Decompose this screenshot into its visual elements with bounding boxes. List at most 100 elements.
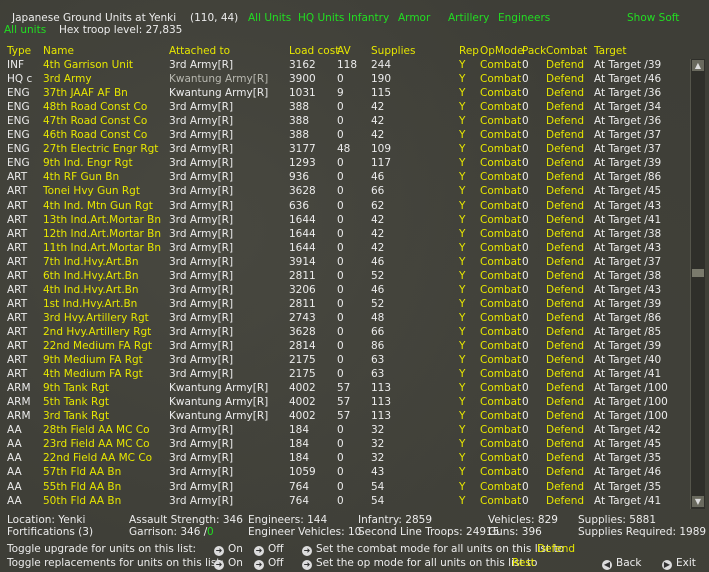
scroll-up-icon[interactable]: ▲ [692,60,704,71]
cell-opmode[interactable]: Combat [480,200,521,212]
cell-attached[interactable]: Kwantung Army[R] [169,87,268,99]
cell-rep[interactable]: Y [459,59,465,71]
col-name[interactable]: Name [43,45,74,57]
cell-opmode[interactable]: Combat [480,242,521,254]
cell-rep[interactable]: Y [459,228,465,240]
col-combat[interactable]: Combat [546,45,587,57]
cell-attached[interactable]: 3rd Army[R] [169,185,233,197]
cell-name[interactable]: 55th Fld AA Bn [43,481,121,493]
filter-armor[interactable]: Armor [398,12,430,24]
cell-rep[interactable]: Y [459,396,465,408]
cell-name[interactable]: 22nd Medium FA Rgt [43,340,152,352]
cell-attached[interactable]: 3rd Army[R] [169,424,233,436]
col-pack[interactable]: Pack [522,45,546,57]
col-type[interactable]: Type [7,45,31,57]
back-button[interactable]: ◀ Back [602,557,642,570]
cell-attached[interactable]: 3rd Army[R] [169,143,233,155]
cell-combat[interactable]: Defend [546,424,584,436]
table-row[interactable]: ART 11th Ind.Art.Mortar Bn 3rd Army[R] 1644… [0,242,690,256]
table-row[interactable]: ART 7th Ind.Hvy.Art.Bn 3rd Army[R] 3914 0 46 Y… [0,256,690,270]
cell-rep[interactable]: Y [459,185,465,197]
cell-name[interactable]: 1st Ind.Hvy.Art.Bn [43,298,137,310]
cell-combat[interactable]: Defend [546,452,584,464]
cell-opmode[interactable]: Combat [480,396,521,408]
cell-combat[interactable]: Defend [546,143,584,155]
cell-opmode[interactable]: Combat [480,326,521,338]
filter-infantry[interactable]: Infantry [348,12,389,24]
cell-attached[interactable]: 3rd Army[R] [169,481,233,493]
cell-rep[interactable]: Y [459,157,465,169]
cell-opmode[interactable]: Combat [480,481,521,493]
cell-rep[interactable]: Y [459,101,465,113]
cell-attached[interactable]: 3rd Army[R] [169,200,233,212]
cell-opmode[interactable]: Combat [480,185,521,197]
table-row[interactable]: ENG 27th Electric Engr Rgt 3rd Army[R] 3177… [0,143,690,157]
cell-opmode[interactable]: Combat [480,368,521,380]
cell-attached[interactable]: 3rd Army[R] [169,129,233,141]
cell-rep[interactable]: Y [459,368,465,380]
cell-attached[interactable]: 3rd Army[R] [169,326,233,338]
cell-name[interactable]: 3rd Tank Rgt [43,410,109,422]
cell-combat[interactable]: Defend [546,59,584,71]
cell-rep[interactable]: Y [459,87,465,99]
cell-attached[interactable]: 3rd Army[R] [169,312,233,324]
cell-combat[interactable]: Defend [546,466,584,478]
cell-rep[interactable]: Y [459,481,465,493]
cell-attached[interactable]: 3rd Army[R] [169,368,233,380]
table-row[interactable]: AA 28th Field AA MC Co 3rd Army[R] 184 0 32 Y C… [0,424,690,438]
filter-hq-units[interactable]: HQ Units [298,12,344,24]
col-attached[interactable]: Attached to [169,45,230,57]
cell-name[interactable]: 11th Ind.Art.Mortar Bn [43,242,161,254]
table-row[interactable]: INF 4th Garrison Unit 3rd Army[R] 3162 118 24… [0,59,690,73]
cell-combat[interactable]: Defend [546,481,584,493]
filter-artillery[interactable]: Artillery [448,12,489,24]
cell-combat[interactable]: Defend [546,228,584,240]
cell-opmode[interactable]: Combat [480,73,521,85]
cell-opmode[interactable]: Combat [480,410,521,422]
col-av[interactable]: AV [337,45,351,57]
cell-combat[interactable]: Defend [546,214,584,226]
table-row[interactable]: AA 50th Fld AA Bn 3rd Army[R] 764 0 54 Y Combat… [0,495,690,509]
cell-rep[interactable]: Y [459,214,465,226]
cell-opmode[interactable]: Combat [480,284,521,296]
table-row[interactable]: ART 4th Ind.Hvy.Art.Bn 3rd Army[R] 3206 0 46 Y… [0,284,690,298]
cell-attached[interactable]: 3rd Army[R] [169,157,233,169]
table-row[interactable]: ART 1st Ind.Hvy.Art.Bn 3rd Army[R] 2811 0 52 Y… [0,298,690,312]
all-units-link[interactable]: All units [4,24,46,36]
cell-attached[interactable]: 3rd Army[R] [169,101,233,113]
scroll-down-icon[interactable]: ▼ [692,496,704,507]
table-row[interactable]: ARM 5th Tank Rgt Kwantung Army[R] 4002 57 113… [0,396,690,410]
filter-engineers[interactable]: Engineers [498,12,550,24]
cell-name[interactable]: 4th Ind.Hvy.Art.Bn [43,284,139,296]
cell-name[interactable]: 4th Medium FA Rgt [43,368,143,380]
cell-opmode[interactable]: Combat [480,101,521,113]
col-target[interactable]: Target [594,45,626,57]
cell-rep[interactable]: Y [459,73,465,85]
col-rep[interactable]: Rep [459,45,479,57]
cell-attached[interactable]: Kwantung Army[R] [169,410,268,422]
cell-opmode[interactable]: Combat [480,466,521,478]
cell-combat[interactable]: Defend [546,242,584,254]
cell-rep[interactable]: Y [459,452,465,464]
cell-name[interactable]: 9th Tank Rgt [43,382,109,394]
cell-rep[interactable]: Y [459,382,465,394]
cell-opmode[interactable]: Combat [480,129,521,141]
cell-rep[interactable]: Y [459,495,465,507]
cell-combat[interactable]: Defend [546,284,584,296]
cell-opmode[interactable]: Combat [480,438,521,450]
table-row[interactable]: ARM 3rd Tank Rgt Kwantung Army[R] 4002 57 113… [0,410,690,424]
table-row[interactable]: ART 4th Ind. Mtn Gun Rgt 3rd Army[R] 636 0 62… [0,200,690,214]
cell-combat[interactable]: Defend [546,298,584,310]
table-row[interactable]: ENG 48th Road Const Co 3rd Army[R] 388 0 42 Y C… [0,101,690,115]
cell-opmode[interactable]: Combat [480,256,521,268]
cell-opmode[interactable]: Combat [480,59,521,71]
cell-attached[interactable]: 3rd Army[R] [169,354,233,366]
cell-attached[interactable]: 3rd Army[R] [169,115,233,127]
cell-attached[interactable]: 3rd Army[R] [169,242,233,254]
cell-rep[interactable]: Y [459,340,465,352]
cell-combat[interactable]: Defend [546,438,584,450]
cell-name[interactable]: 13th Ind.Art.Mortar Bn [43,214,161,226]
cell-opmode[interactable]: Combat [480,298,521,310]
set-combat-mode-button[interactable]: ➜ Set the combat mode for all units on th… [302,543,564,556]
table-row[interactable]: ENG 47th Road Const Co 3rd Army[R] 388 0 42 Y C… [0,115,690,129]
